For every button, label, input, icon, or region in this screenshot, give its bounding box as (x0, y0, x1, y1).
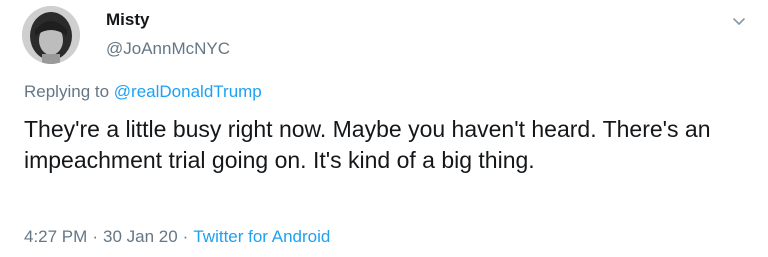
mention-link[interactable]: @realDonaldTrump (114, 82, 262, 101)
avatar[interactable] (22, 6, 80, 64)
replying-to: Replying to @realDonaldTrump (24, 81, 262, 103)
source-link[interactable]: Twitter for Android (193, 227, 330, 246)
chevron-down-icon[interactable] (732, 14, 746, 28)
display-name[interactable]: Misty (106, 10, 149, 30)
separator: · (92, 227, 98, 246)
username-handle[interactable]: @JoAnnMcNYC (106, 39, 230, 59)
tweet-metadata: 4:27 PM · 30 Jan 20 · Twitter for Android (24, 226, 330, 248)
tweet-time: 4:27 PM (24, 227, 88, 246)
separator: · (182, 227, 189, 246)
tweet-text: They're a little busy right now. Maybe y… (24, 116, 711, 173)
avatar-image (22, 6, 80, 64)
tweet-date: 30 Jan 20 (102, 227, 178, 246)
tweet-card: Misty @JoAnnMcNYC Replying to @realDonal… (0, 0, 768, 257)
replying-to-label: Replying to (24, 82, 110, 101)
